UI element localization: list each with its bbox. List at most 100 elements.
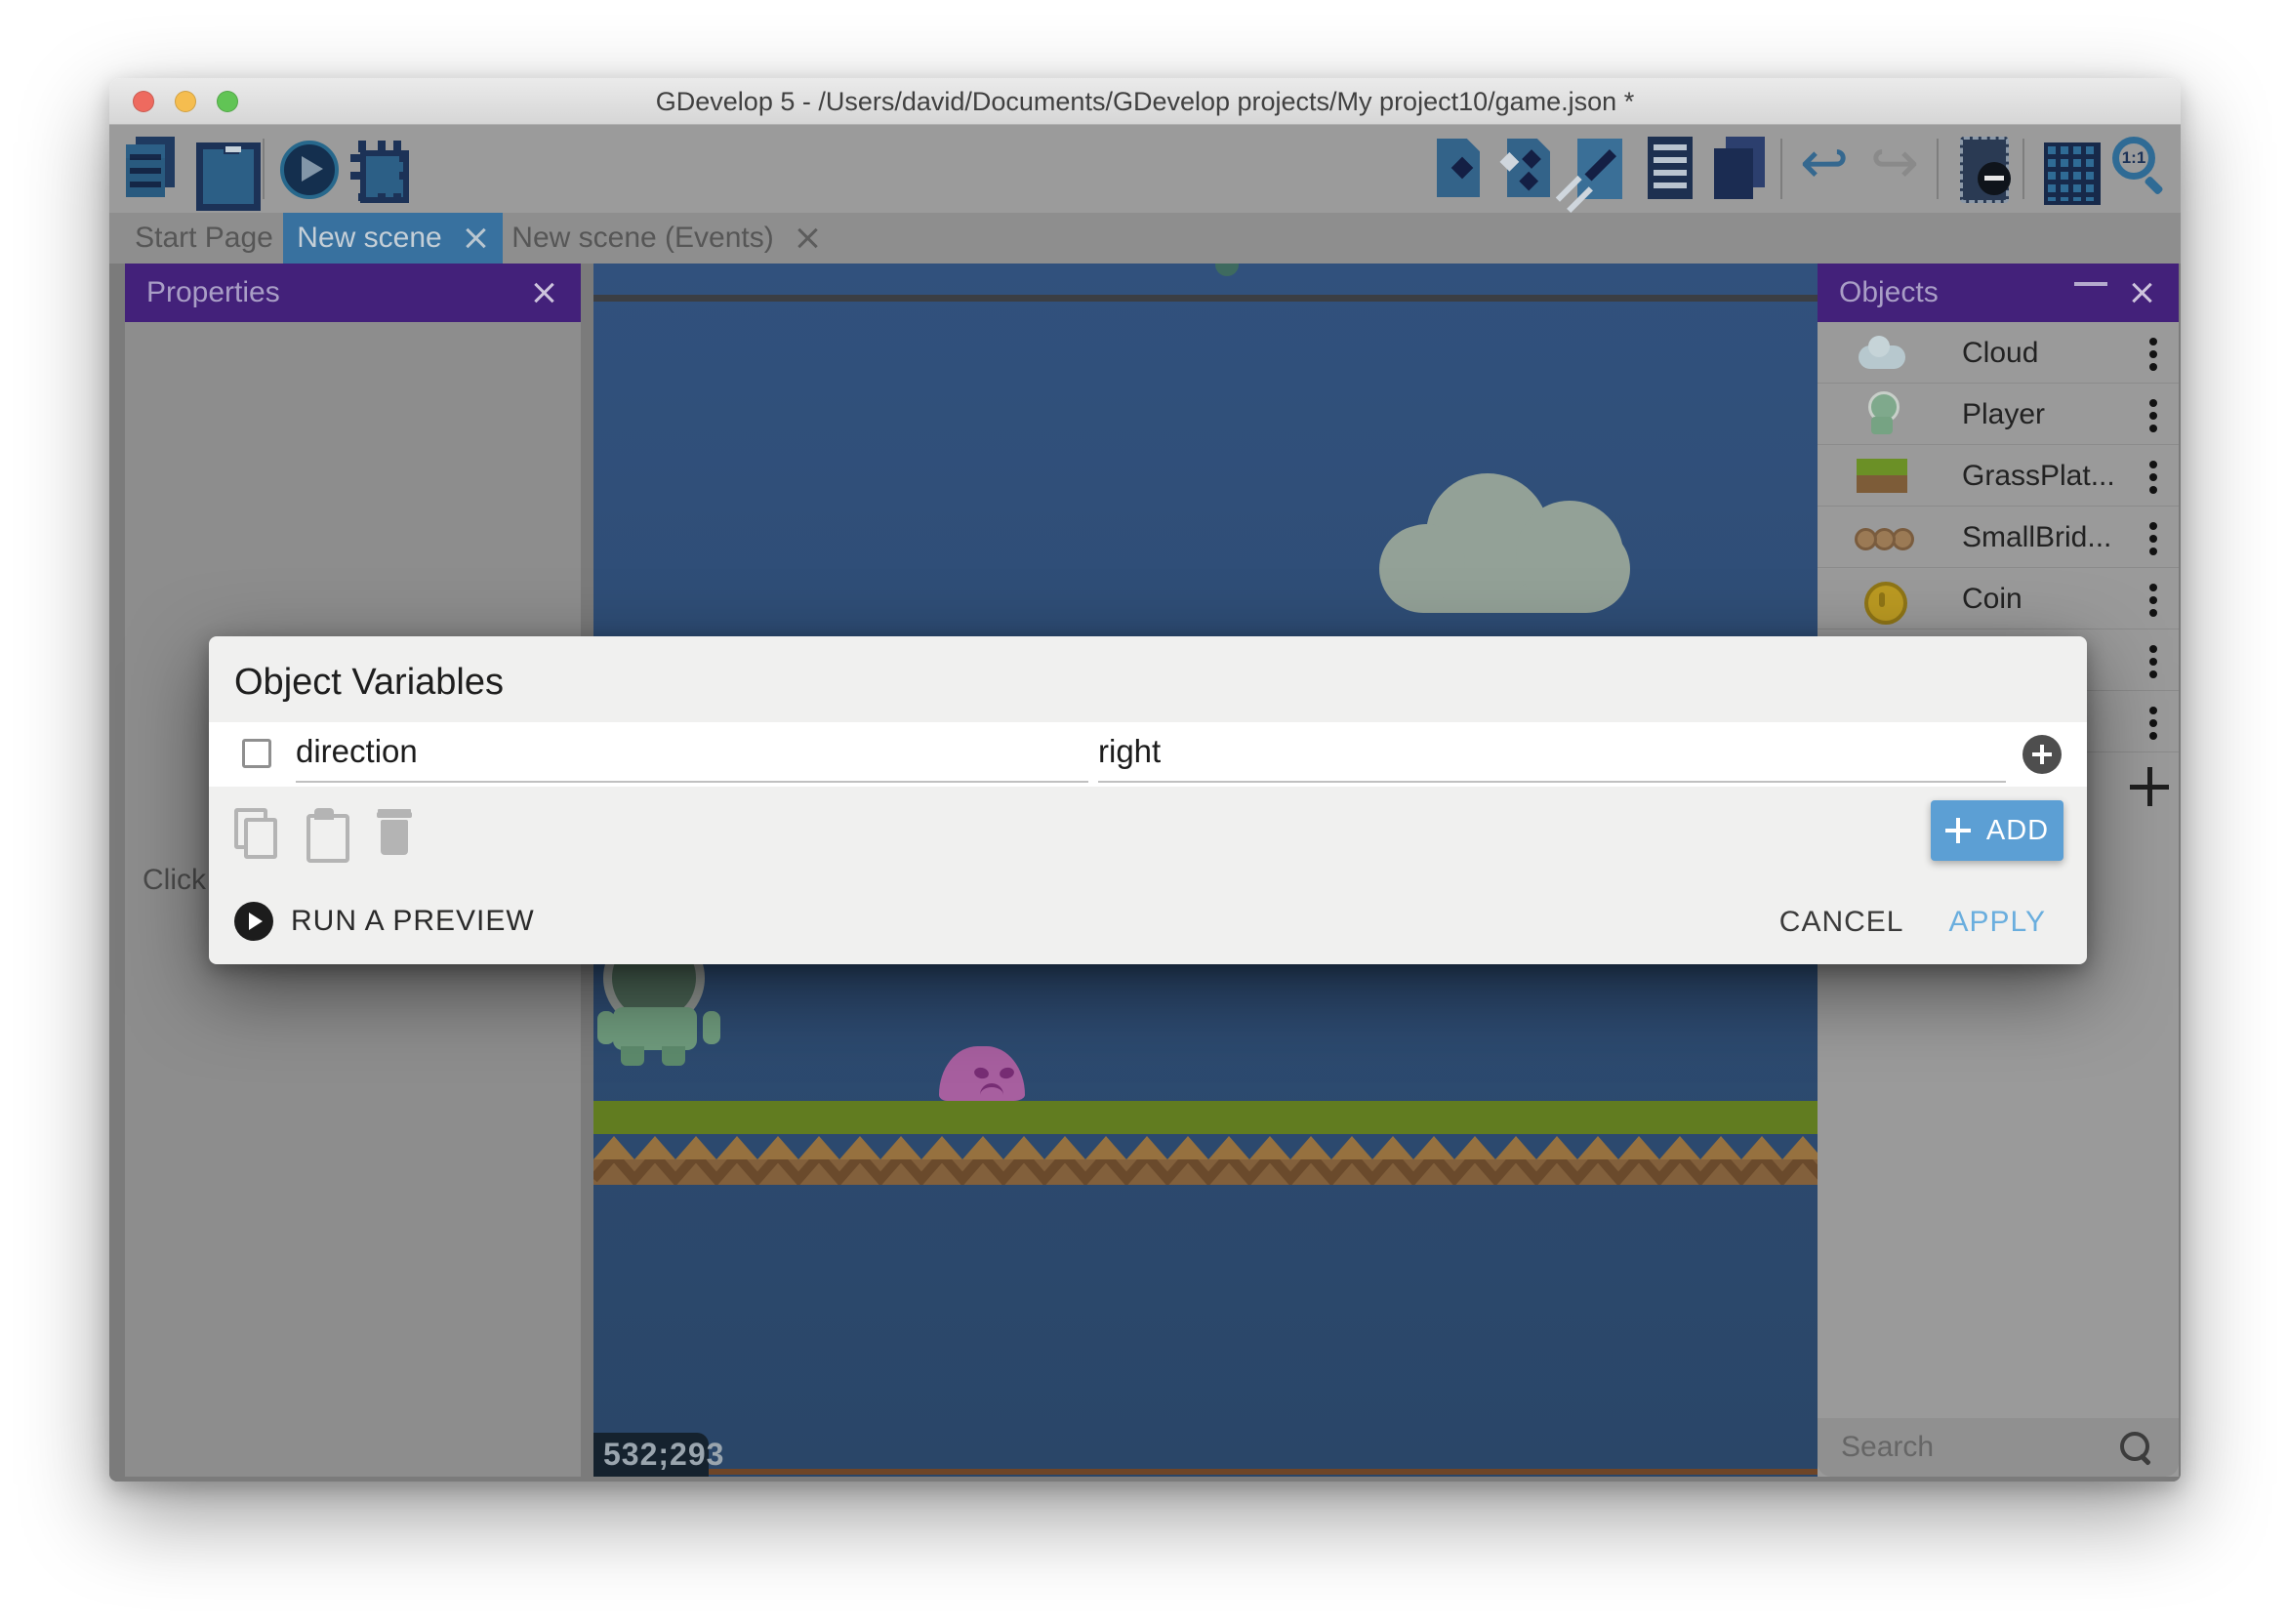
variable-checkbox[interactable] <box>242 739 271 768</box>
dialog-actions: CANCEL APPLY <box>1779 906 2046 939</box>
magnifier-tail <box>2144 176 2164 196</box>
tab-start-page[interactable]: Start Page <box>125 213 283 264</box>
apply-button[interactable]: APPLY <box>1949 906 2047 939</box>
grass-platform-top[interactable] <box>593 1101 1818 1134</box>
slime-enemy-sprite[interactable] <box>939 1046 1025 1101</box>
delete-button[interactable] <box>375 808 420 857</box>
copy-button[interactable] <box>234 808 279 857</box>
toolbar-left-group <box>122 125 405 213</box>
grass-platform-thumbnail-icon <box>1855 453 1909 500</box>
redo-icon <box>1866 135 1923 203</box>
project-manager-button[interactable] <box>122 135 179 203</box>
object-row-smallbridge[interactable]: SmallBrid... <box>1818 507 2179 568</box>
scene-window-border <box>593 295 1818 302</box>
variable-toolbar <box>234 808 420 857</box>
zoom-one-to-one-icon: 1:1 <box>2108 135 2165 203</box>
tab-label: New scene (Events) <box>511 222 773 255</box>
object-row-player[interactable]: Player <box>1818 384 2179 445</box>
edit-object-groups-button[interactable] <box>1499 135 1556 203</box>
layers-list-button[interactable] <box>1640 135 1696 203</box>
window-titlebar: GDevelop 5 - /Users/david/Documents/GDev… <box>109 78 2181 125</box>
variable-value-input[interactable] <box>1098 722 2006 783</box>
player-leg <box>621 1046 644 1066</box>
debug-icon <box>348 135 405 203</box>
cloud-sprite[interactable] <box>1379 473 1630 613</box>
close-properties-panel-icon[interactable] <box>532 280 557 305</box>
close-tab-icon[interactable] <box>796 225 821 251</box>
run-preview-label: RUN A PREVIEW <box>291 905 535 938</box>
zoom-one-to-one-button[interactable]: 1:1 <box>2108 135 2165 203</box>
edit-object-icon <box>1429 135 1486 203</box>
properties-panel-title: Properties <box>146 276 532 309</box>
offscreen-object-edge <box>1215 264 1239 276</box>
tab-label: Start Page <box>135 222 273 255</box>
object-row-grassplatform[interactable]: GrassPlat... <box>1818 445 2179 507</box>
undo-button[interactable] <box>1796 135 1853 203</box>
object-menu-icon[interactable] <box>2136 459 2171 498</box>
plus-icon <box>1945 818 1971 843</box>
object-menu-icon[interactable] <box>2136 336 2171 375</box>
copy-icon <box>234 808 279 857</box>
edit-object-button[interactable] <box>1429 135 1486 203</box>
add-child-variable-icon[interactable] <box>2022 735 2062 774</box>
enemy-eye <box>999 1066 1015 1079</box>
toolbar-divider <box>1937 139 1939 199</box>
toggle-mask-icon <box>1952 135 2009 203</box>
tab-new-scene-events[interactable]: New scene (Events) <box>503 213 830 264</box>
debug-button[interactable] <box>348 135 405 203</box>
variable-name-input[interactable] <box>296 722 1088 783</box>
coin-thumbnail-icon <box>1855 576 1909 623</box>
tab-label: New scene <box>297 222 441 255</box>
properties-panel-header: Properties <box>125 264 581 322</box>
toggle-grid-icon <box>2038 135 2095 203</box>
variable-row <box>209 722 2087 787</box>
close-objects-panel-icon[interactable] <box>2130 280 2155 305</box>
object-name: SmallBrid... <box>1962 507 2111 568</box>
instances-list-icon <box>1710 135 1767 203</box>
paste-button[interactable] <box>305 808 349 857</box>
object-menu-icon[interactable] <box>2136 705 2171 744</box>
player-leg <box>662 1046 685 1066</box>
object-row-coin[interactable]: Coin <box>1818 568 2179 629</box>
player-thumbnail-icon <box>1855 391 1909 438</box>
toggle-grid-button[interactable] <box>2038 135 2095 203</box>
objects-search-input[interactable] <box>1841 1418 2114 1477</box>
enemy-mouth <box>980 1083 1003 1095</box>
object-menu-icon[interactable] <box>2136 397 2171 436</box>
object-menu-icon[interactable] <box>2136 520 2171 559</box>
filter-icon[interactable] <box>2073 280 2108 305</box>
object-menu-icon[interactable] <box>2136 643 2171 682</box>
toolbar-divider <box>2022 139 2024 199</box>
platform-dirt <box>593 1134 1818 1185</box>
add-variable-label: ADD <box>1986 815 2049 847</box>
close-tab-icon[interactable] <box>464 225 489 251</box>
objects-search-box <box>1818 1418 2179 1477</box>
objects-panel-title: Objects <box>1839 276 2073 309</box>
edit-properties-icon <box>1570 135 1626 203</box>
object-menu-icon[interactable] <box>2136 582 2171 621</box>
enemy-eye <box>973 1066 990 1079</box>
tab-new-scene[interactable]: New scene <box>283 213 503 264</box>
instances-list-button[interactable] <box>1710 135 1767 203</box>
scene-window-icon <box>192 135 249 203</box>
edit-properties-button[interactable] <box>1570 135 1626 203</box>
undo-icon <box>1796 135 1853 203</box>
search-icon <box>2120 1432 2153 1465</box>
run-preview-button[interactable]: RUN A PREVIEW <box>234 902 535 941</box>
project-manager-icon <box>122 135 179 203</box>
window-title: GDevelop 5 - /Users/david/Documents/GDev… <box>109 78 2181 125</box>
redo-button[interactable] <box>1866 135 1923 203</box>
add-variable-button[interactable]: ADD <box>1931 800 2063 861</box>
object-name: GrassPlat... <box>1962 445 2115 507</box>
play-preview-icon <box>234 902 273 941</box>
toggle-mask-button[interactable] <box>1952 135 2009 203</box>
cancel-button[interactable]: CANCEL <box>1779 906 1904 939</box>
object-name: Coin <box>1962 568 2022 629</box>
play-button[interactable] <box>278 135 335 203</box>
dialog-title: Object Variables <box>234 662 504 704</box>
cloud-thumbnail-icon <box>1855 330 1909 377</box>
add-object-icon[interactable] <box>2128 763 2171 812</box>
object-row-cloud[interactable]: Cloud <box>1818 322 2179 384</box>
scene-window-button[interactable] <box>192 135 249 203</box>
small-bridge-thumbnail-icon <box>1855 514 1909 561</box>
